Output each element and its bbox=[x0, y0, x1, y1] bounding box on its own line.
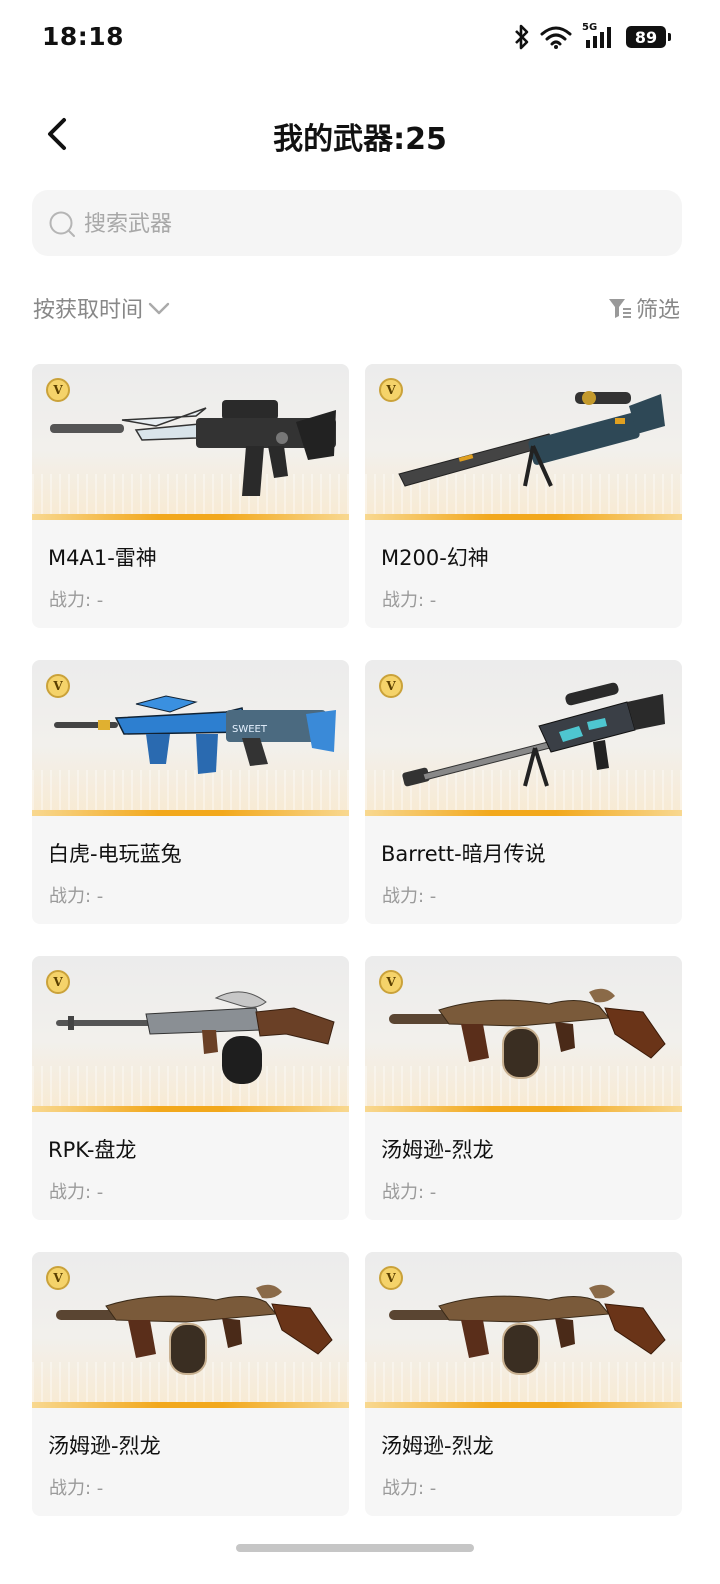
v-badge-icon: V bbox=[379, 970, 403, 994]
weapon-name: M4A1-雷神 bbox=[48, 546, 157, 570]
weapon-power: 战力: - bbox=[49, 590, 104, 611]
rarity-stripe bbox=[32, 1106, 349, 1112]
rarity-stripe bbox=[32, 514, 349, 520]
v-badge-icon: V bbox=[46, 1266, 70, 1290]
chevron-down-icon bbox=[148, 302, 170, 315]
weapon-name: RPK-盘龙 bbox=[48, 1138, 137, 1162]
weapon-power: 战力: - bbox=[49, 1478, 104, 1499]
search-box[interactable] bbox=[32, 190, 682, 258]
weapon-card[interactable]: V 汤姆逊-烈龙 战力: - bbox=[365, 1252, 682, 1516]
tommy-gun-icon bbox=[56, 1284, 333, 1375]
rarity-stripe bbox=[365, 1106, 682, 1112]
tommy-gun-icon bbox=[389, 1284, 666, 1375]
filter-button[interactable]: 筛选 bbox=[608, 292, 680, 324]
filter-label: 筛选 bbox=[635, 298, 680, 323]
sort-button[interactable]: 按获取时间 bbox=[33, 292, 171, 324]
filter-icon bbox=[608, 299, 631, 318]
weapon-image-area: V bbox=[32, 956, 349, 1112]
rarity-stripe bbox=[32, 810, 349, 816]
weapon-image-area: SWEET V bbox=[32, 660, 349, 816]
weapon-card[interactable]: V 汤姆逊-烈龙 战力: - bbox=[365, 956, 682, 1220]
weapon-image-area: V bbox=[365, 1252, 682, 1408]
machine-gun-icon bbox=[56, 991, 335, 1084]
weapon-card[interactable]: V RPK-盘龙 战力: - bbox=[32, 956, 349, 1220]
rarity-stripe bbox=[365, 514, 682, 520]
rarity-stripe bbox=[365, 810, 682, 816]
weapon-power: 战力: - bbox=[382, 1478, 437, 1499]
weapon-name: 汤姆逊-烈龙 bbox=[48, 1434, 161, 1458]
weapon-power: 战力: - bbox=[49, 1182, 104, 1203]
weapon-name: 白虎-电玩蓝兔 bbox=[48, 842, 182, 866]
v-badge-icon: V bbox=[379, 378, 403, 402]
weapon-name: Barrett-暗月传说 bbox=[381, 842, 546, 866]
weapon-card[interactable]: SWEET V 白虎-电玩蓝兔 战力: - bbox=[32, 660, 349, 924]
sort-label: 按获取时间 bbox=[33, 298, 144, 323]
page-title: 我的武器:25 bbox=[273, 122, 447, 157]
signal-icon: 5G bbox=[582, 22, 616, 50]
v-badge-icon: V bbox=[46, 378, 70, 402]
weapon-name: 汤姆逊-烈龙 bbox=[381, 1434, 494, 1458]
home-indicator[interactable] bbox=[236, 1544, 474, 1552]
v-badge-icon: V bbox=[46, 970, 70, 994]
v-badge-icon: V bbox=[379, 674, 403, 698]
wifi-icon bbox=[540, 26, 572, 49]
weapon-card[interactable]: V Barrett-暗月传说 战力: - bbox=[365, 660, 682, 924]
v-badge-icon: V bbox=[46, 674, 70, 698]
weapon-image-area: V bbox=[365, 660, 682, 816]
v-badge-icon: V bbox=[379, 1266, 403, 1290]
search-input[interactable] bbox=[82, 190, 666, 258]
sniper-rifle-icon bbox=[402, 682, 665, 787]
svg-text:SWEET: SWEET bbox=[232, 724, 268, 735]
search-icon bbox=[49, 211, 75, 237]
weapon-image-area: V bbox=[365, 364, 682, 520]
weapon-power: 战力: - bbox=[382, 1182, 437, 1203]
assault-rifle-icon: SWEET bbox=[54, 695, 336, 774]
weapon-power: 战力: - bbox=[49, 886, 104, 907]
rarity-stripe bbox=[32, 1402, 349, 1408]
battery-indicator: 89 bbox=[626, 26, 671, 48]
status-bar: 18:18 5G 89 bbox=[0, 0, 720, 80]
assault-rifle-icon bbox=[50, 400, 336, 496]
status-icons: 5G 89 bbox=[514, 22, 671, 50]
weapon-grid: V M4A1-雷神 战力: - V M200-幻神 战力: - SWEET V … bbox=[32, 364, 682, 1516]
tommy-gun-icon bbox=[389, 988, 666, 1079]
sniper-rifle-icon bbox=[398, 391, 665, 487]
rarity-stripe bbox=[365, 1402, 682, 1408]
page-header: 我的武器:25 bbox=[0, 100, 720, 170]
weapon-name: M200-幻神 bbox=[381, 546, 489, 570]
weapon-image-area: V bbox=[365, 956, 682, 1112]
weapon-card[interactable]: V 汤姆逊-烈龙 战力: - bbox=[32, 1252, 349, 1516]
weapon-card[interactable]: V M4A1-雷神 战力: - bbox=[32, 364, 349, 628]
weapon-image-area: V bbox=[32, 364, 349, 520]
weapon-image-area: V bbox=[32, 1252, 349, 1408]
weapon-name: 汤姆逊-烈龙 bbox=[381, 1138, 494, 1162]
status-time: 18:18 bbox=[42, 22, 125, 51]
weapon-power: 战力: - bbox=[382, 590, 437, 611]
weapon-power: 战力: - bbox=[382, 886, 437, 907]
bluetooth-icon bbox=[515, 24, 529, 50]
weapon-card[interactable]: V M200-幻神 战力: - bbox=[365, 364, 682, 628]
